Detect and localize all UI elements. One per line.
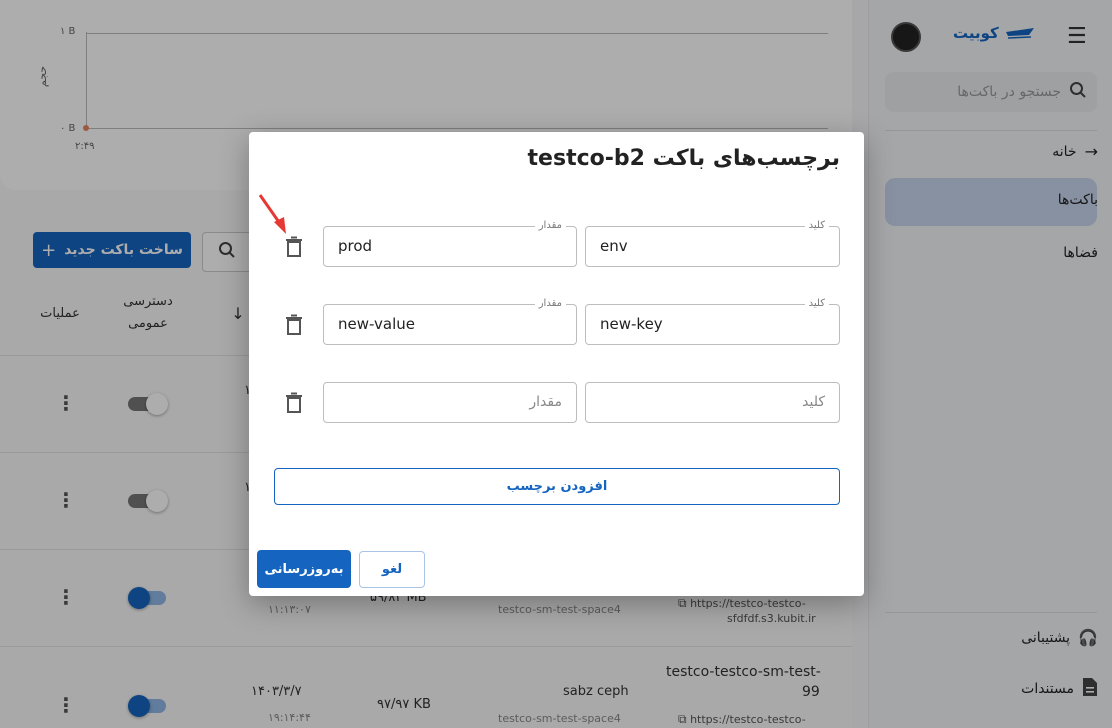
tag-key-text: new-key [600, 315, 663, 333]
tag-value-label: مقدار [534, 219, 566, 233]
delete-tag-icon[interactable] [285, 236, 303, 258]
tag-value-text: prod [338, 237, 373, 255]
tag-value-input[interactable]: مقدار [323, 382, 577, 423]
tag-value-label: مقدار [534, 297, 566, 311]
tag-value-text: new-value [338, 315, 415, 333]
annotation-arrow-icon [258, 194, 286, 234]
tag-value-field[interactable]: مقدار new-value [323, 297, 577, 345]
tag-key-placeholder: کلید [802, 394, 825, 410]
tag-value-placeholder: مقدار [529, 394, 562, 410]
tag-key-field[interactable]: کلید new-key [585, 297, 840, 345]
tag-key-text: env [600, 237, 628, 255]
add-tag-button[interactable]: افزودن برچسب [274, 468, 840, 505]
tag-key-field[interactable]: کلید env [585, 219, 840, 267]
cancel-button[interactable]: لغو [359, 551, 425, 588]
tag-key-label: کلید [804, 219, 829, 233]
tag-key-input[interactable]: کلید [585, 382, 840, 423]
tag-key-label: کلید [804, 297, 829, 311]
update-button[interactable]: به‌روزرسانی [257, 550, 351, 588]
tag-value-field[interactable]: مقدار prod [323, 219, 577, 267]
bucket-tags-dialog: برچسب‌های باکت testco-b2 مقدار prod کلید… [249, 132, 864, 596]
dialog-title: برچسب‌های باکت testco-b2 [527, 146, 840, 171]
delete-tag-icon[interactable] [285, 392, 303, 414]
delete-tag-icon[interactable] [285, 314, 303, 336]
